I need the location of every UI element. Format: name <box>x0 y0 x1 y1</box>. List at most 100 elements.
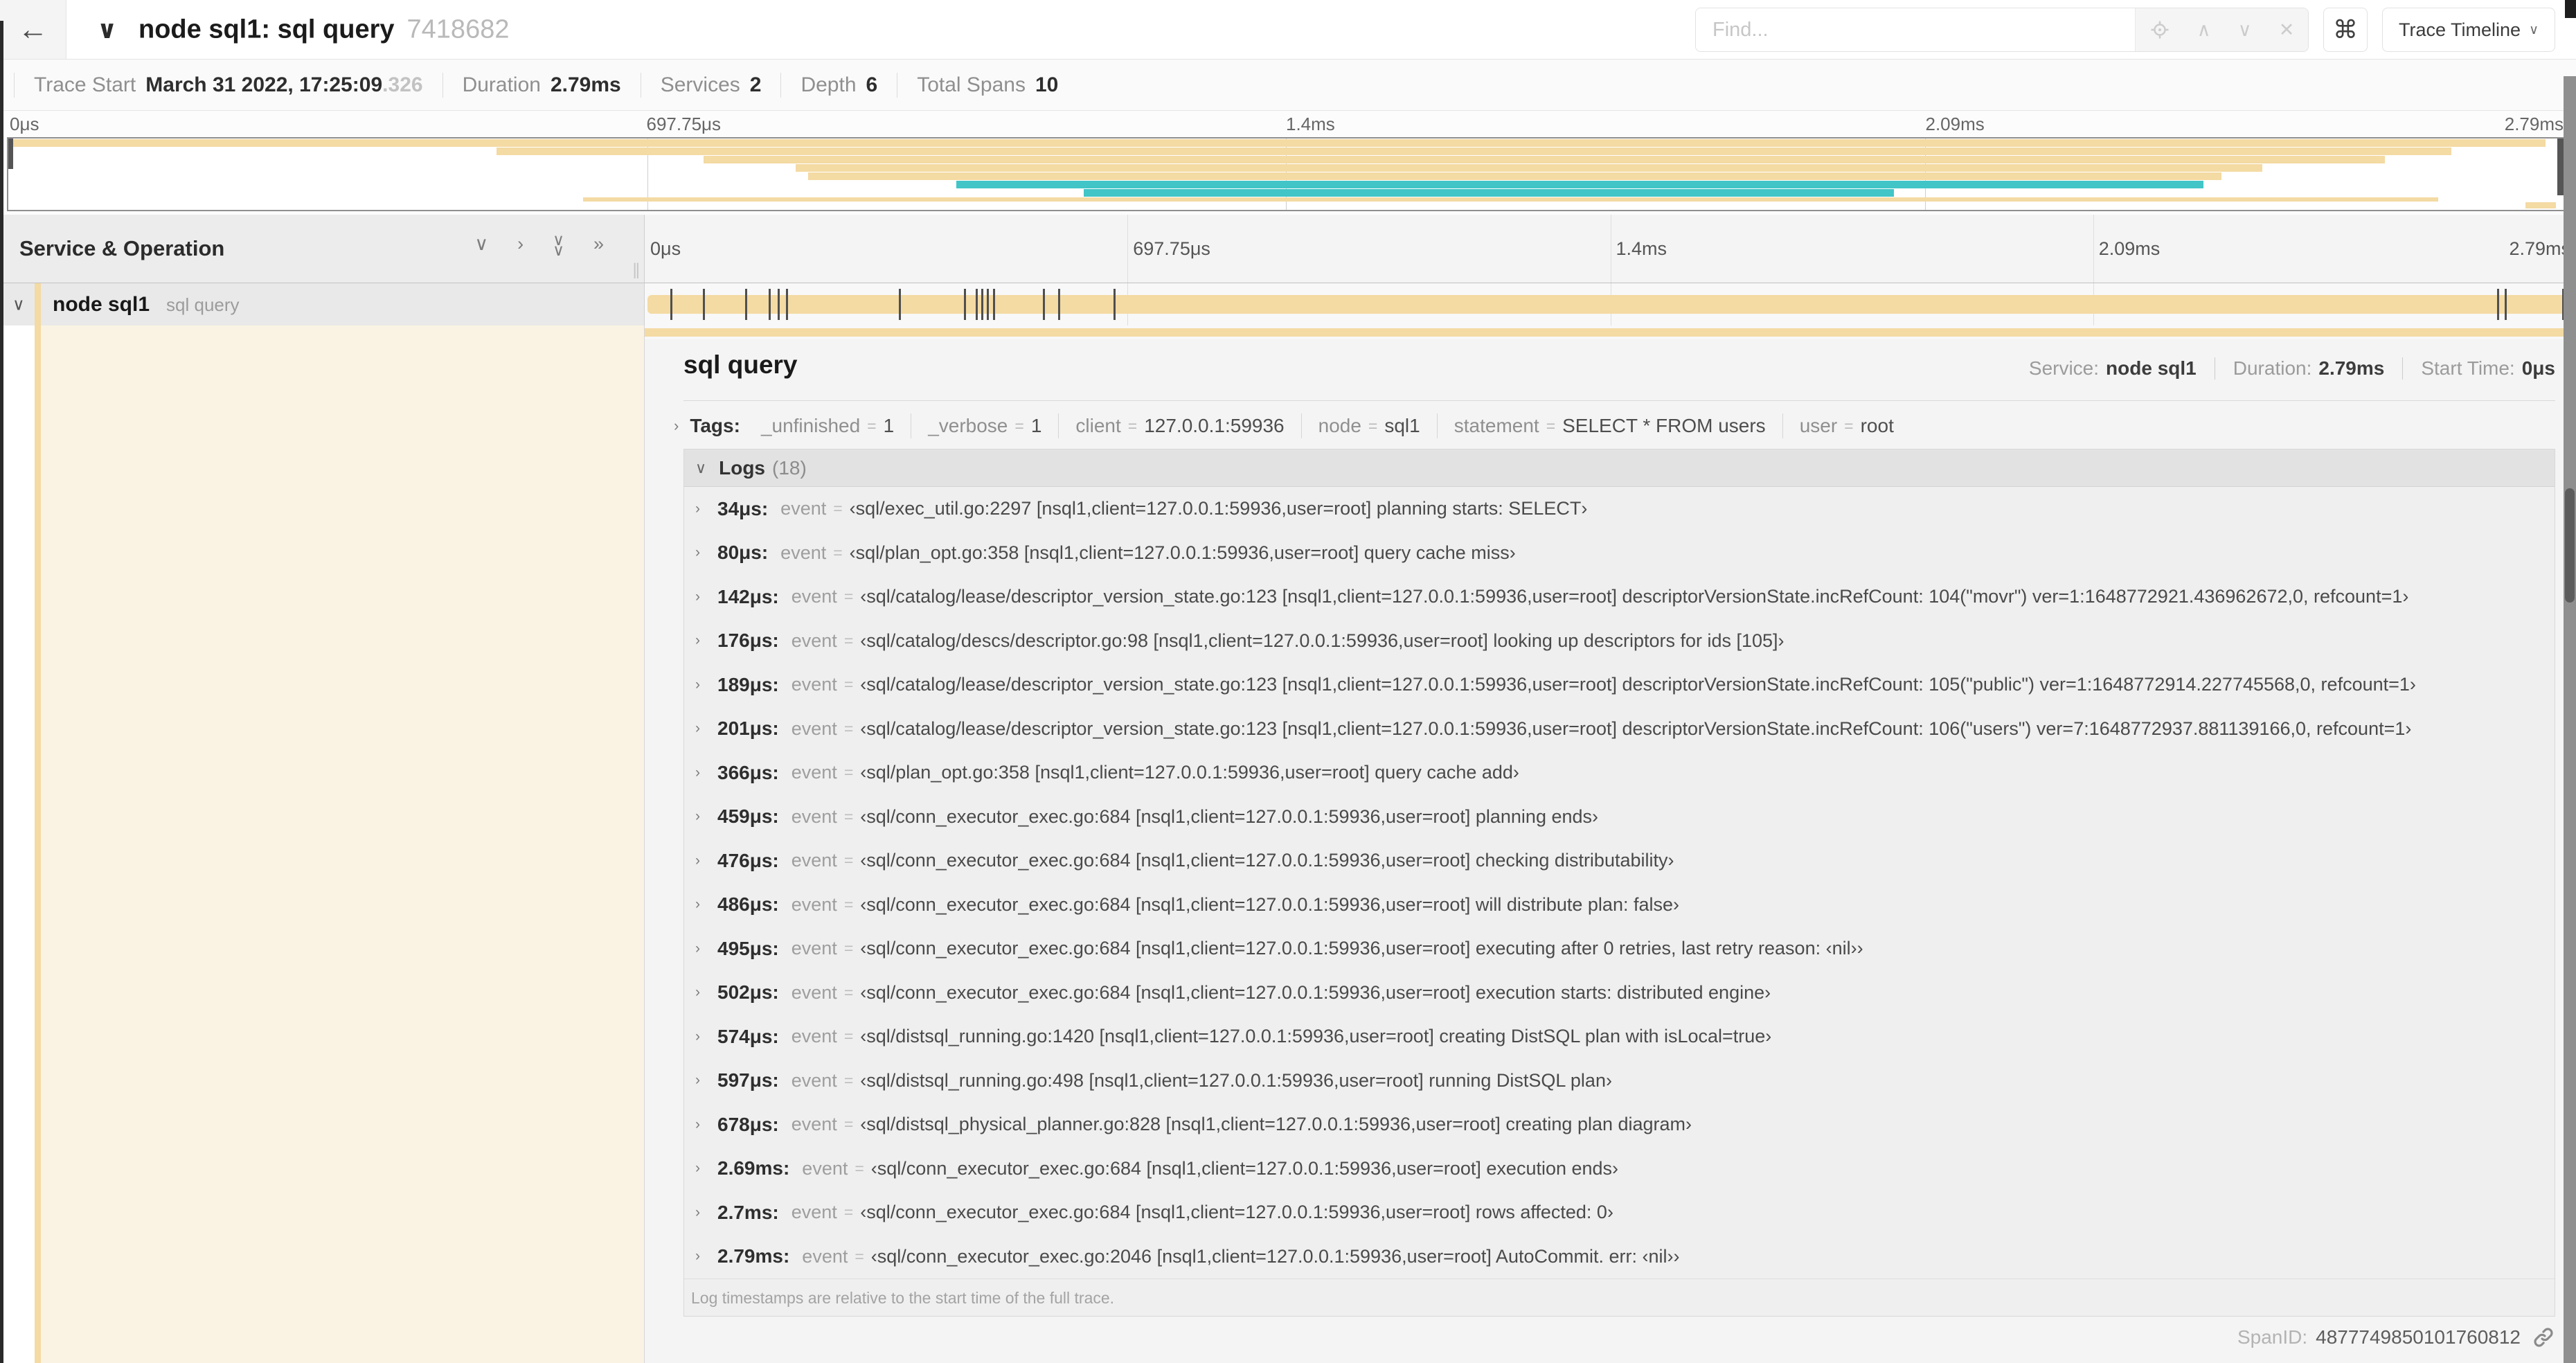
log-field-key: event <box>791 630 837 651</box>
equals-sign: = <box>1127 416 1138 435</box>
log-entry[interactable]: › 201μs: event = ‹sql/catalog/lease/desc… <box>684 707 2555 751</box>
minimap-span-bar <box>2525 202 2556 208</box>
log-field-value: ‹sql/distsql_physical_planner.go:828 [ns… <box>860 1114 1692 1135</box>
log-timestamp: 80μs: <box>717 542 769 564</box>
ruler-tick: 0μs <box>650 238 681 259</box>
log-entry[interactable]: › 34μs: event = ‹sql/exec_util.go:2297 [… <box>684 487 2555 531</box>
deep-link-icon[interactable] <box>2532 1326 2555 1349</box>
collapse-all-icon[interactable]: ∨ ∨ <box>553 232 564 258</box>
log-entry[interactable]: › 486μs: event = ‹sql/conn_executor_exec… <box>684 883 2555 927</box>
minimap-span-row <box>8 197 2564 202</box>
trace-view-selector[interactable]: Trace Timeline ∨ <box>2382 8 2555 52</box>
equals-sign: = <box>843 895 854 914</box>
log-timestamp: 597μs: <box>717 1069 779 1092</box>
tag-key: _unfinished <box>760 415 861 436</box>
window-left-edge <box>0 21 3 1363</box>
chevron-right-icon: › <box>695 720 700 737</box>
trace-summary-bar: Trace Start March 31 2022, 17:25:09 .326… <box>0 60 2576 111</box>
equals-sign: = <box>843 719 854 738</box>
next-result-icon[interactable]: ∨ <box>2238 19 2252 41</box>
tags-list: _unfinished = 1 _verbose = 1 client = 12… <box>744 413 1911 438</box>
summary-value: 2 <box>749 73 762 96</box>
log-entry[interactable]: › 189μs: event = ‹sql/catalog/lease/desc… <box>684 663 2555 707</box>
log-entry[interactable]: › 366μs: event = ‹sql/plan_opt.go:358 [n… <box>684 751 2555 795</box>
log-entry[interactable]: › 597μs: event = ‹sql/distsql_running.go… <box>684 1059 2555 1103</box>
chevron-right-icon: › <box>695 676 700 693</box>
chevron-right-icon: › <box>695 940 700 956</box>
expand-one-icon[interactable]: › <box>517 235 524 256</box>
minimap-span-row <box>8 148 2564 155</box>
detail-row-accent <box>41 326 644 1363</box>
log-entry[interactable]: › 476μs: event = ‹sql/conn_executor_exec… <box>684 839 2555 883</box>
summary-label: Duration <box>462 73 541 96</box>
prev-result-icon[interactable]: ∧ <box>2197 19 2211 41</box>
summary-label: Trace Start <box>34 73 136 96</box>
equals-sign: = <box>1368 416 1378 435</box>
log-entry[interactable]: › 502μs: event = ‹sql/conn_executor_exec… <box>684 971 2555 1015</box>
log-field-value: ‹sql/conn_executor_exec.go:684 [nsql1,cl… <box>860 805 1598 827</box>
chevron-right-icon: › <box>695 1028 700 1044</box>
log-entry[interactable]: › 142μs: event = ‹sql/catalog/lease/desc… <box>684 575 2555 619</box>
scrollbar-thumb[interactable] <box>2565 488 2575 603</box>
tag-key: user <box>1799 415 1838 436</box>
service-name: node sql1 <box>53 292 150 316</box>
keyboard-shortcuts-button[interactable]: ⌘ <box>2323 8 2368 52</box>
column-resizer-handle[interactable]: || <box>633 260 641 280</box>
collapse-one-icon[interactable]: ∨ <box>474 235 488 256</box>
find-group: ∧ ∨ ✕ <box>1695 8 2309 52</box>
locate-icon[interactable] <box>2149 19 2170 40</box>
log-entry[interactable]: › 459μs: event = ‹sql/conn_executor_exec… <box>684 795 2555 839</box>
log-field-key: event <box>791 850 837 871</box>
collapse-controls: ∨ › ∨ ∨ » <box>474 232 604 258</box>
log-entry[interactable]: › 495μs: event = ‹sql/conn_executor_exec… <box>684 927 2555 971</box>
log-entry[interactable]: › 176μs: event = ‹sql/catalog/descs/desc… <box>684 619 2555 663</box>
clear-search-icon[interactable]: ✕ <box>2279 19 2295 41</box>
log-entry[interactable]: › 2.79ms: event = ‹sql/conn_executor_exe… <box>684 1235 2555 1279</box>
vertical-scrollbar[interactable] <box>2564 76 2576 1363</box>
summary-value: 10 <box>1035 73 1059 96</box>
find-input[interactable] <box>1696 8 2135 51</box>
log-entry[interactable]: › 2.69ms: event = ‹sql/conn_executor_exe… <box>684 1147 2555 1191</box>
logs-list: › 34μs: event = ‹sql/exec_util.go:2297 [… <box>684 487 2555 1279</box>
equals-sign: = <box>843 851 854 870</box>
minimap-canvas[interactable] <box>7 137 2565 211</box>
tag: statement = SELECT * FROM users <box>1436 413 1782 438</box>
equals-sign: = <box>1844 416 1854 435</box>
log-field-key: event <box>791 586 837 607</box>
back-button[interactable]: ← <box>0 0 66 59</box>
logs-header[interactable]: ∨ Logs (18) <box>684 449 2555 487</box>
expand-all-icon[interactable]: » <box>593 235 604 256</box>
equals-sign: = <box>843 675 854 694</box>
log-entry[interactable]: › 80μs: event = ‹sql/plan_opt.go:358 [ns… <box>684 531 2555 576</box>
logs-section: ∨ Logs (18) › 34μs: event = ‹sql/exec_ut… <box>683 449 2555 1317</box>
chevron-right-icon: › <box>695 1204 700 1220</box>
minimap-span-lanes <box>8 139 2564 209</box>
log-field-value: ‹sql/plan_opt.go:358 [nsql1,client=127.0… <box>849 542 1516 563</box>
chevron-down-icon[interactable]: ∨ <box>12 294 25 314</box>
summary-value: March 31 2022, 17:25:09 <box>145 73 383 96</box>
back-arrow-icon: ← <box>17 12 48 46</box>
minimap-tick: 2.09ms <box>1925 114 1985 134</box>
trace-title-collapse-toggle[interactable]: ∨ <box>97 15 117 44</box>
chevron-down-icon: ∨ <box>2529 22 2539 37</box>
log-field-key: event <box>791 893 837 915</box>
span-detail-title: sql query <box>683 350 798 379</box>
minimap-left-scrubber[interactable] <box>8 139 13 169</box>
log-entry[interactable]: › 574μs: event = ‹sql/distsql_running.go… <box>684 1015 2555 1059</box>
minimap-span-bar <box>703 156 2385 163</box>
span-id-value: 4877749850101760812 <box>2316 1326 2521 1348</box>
chevron-right-icon: › <box>695 1248 700 1265</box>
equals-sign: = <box>855 1247 864 1265</box>
minimap-tick: 697.75μs <box>646 114 722 134</box>
span-row-name-cell[interactable]: ∨ node sql1 sql query <box>0 283 645 326</box>
minimap-span-row <box>8 181 2564 188</box>
log-field-value: ‹sql/catalog/lease/descriptor_version_st… <box>860 674 2416 695</box>
equals-sign: = <box>843 631 854 650</box>
meta-label: Start Time: <box>2421 357 2515 379</box>
log-entry[interactable]: › 678μs: event = ‹sql/distsql_physical_p… <box>684 1103 2555 1147</box>
meta-label: Duration: <box>2233 357 2312 379</box>
log-entry[interactable]: › 2.7ms: event = ‹sql/conn_executor_exec… <box>684 1191 2555 1235</box>
minimap-right-scrubber[interactable] <box>2557 139 2564 195</box>
tags-toggle-row[interactable]: › Tags: _unfinished = 1 _verbose = 1 cli… <box>674 407 2555 445</box>
span-bar[interactable] <box>647 295 2566 314</box>
